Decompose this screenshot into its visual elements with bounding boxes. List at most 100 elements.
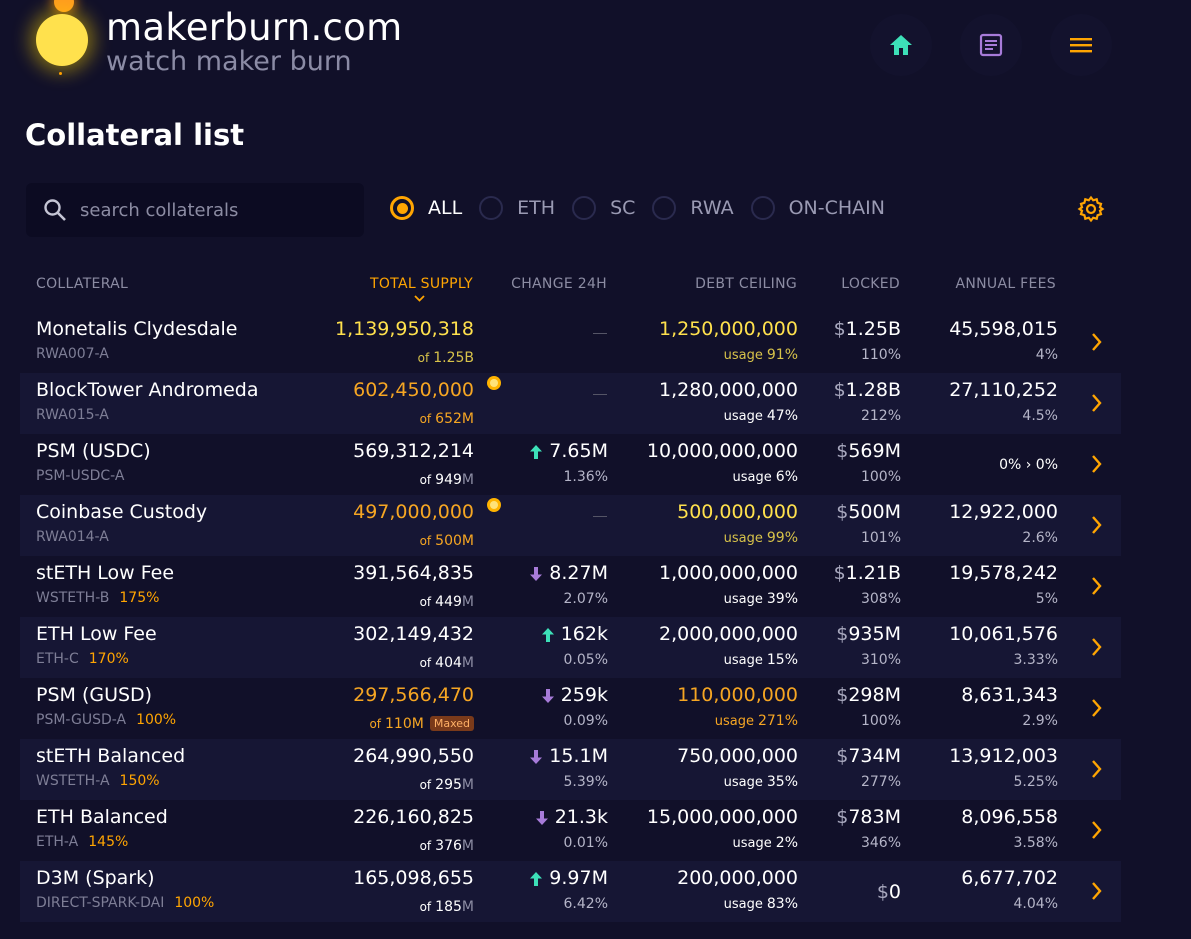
chevron-right-icon[interactable] <box>1091 576 1103 596</box>
change-24h: 15.1M <box>529 745 608 767</box>
supply-of: of 185M <box>420 896 474 915</box>
filter-label: RWA <box>690 197 734 219</box>
table-row[interactable]: PSM (GUSD) PSM-GUSD-A 100% 297,566,470 of 110… <box>20 678 1121 739</box>
table-row[interactable]: stETH Balanced WSTETH-A 150% 264,990,550 of 2… <box>20 739 1121 800</box>
collateral-name: ETH Balanced <box>36 806 168 828</box>
change-value: 21.3k <box>554 806 608 828</box>
locked-percent: 346% <box>860 835 901 851</box>
table-row[interactable]: BlockTower Andromeda RWA015-A 602,450,000 o… <box>20 373 1121 434</box>
usage: usage 83% <box>724 896 798 912</box>
collateral-ratio: 145% <box>88 834 129 850</box>
filter-on-chain[interactable]: ON-CHAIN <box>750 196 885 220</box>
chevron-right-icon[interactable] <box>1091 637 1103 657</box>
menu-button[interactable] <box>1050 14 1112 76</box>
annual-fees: 0% › 0% <box>999 457 1058 473</box>
table-row[interactable]: ETH Balanced ETH-A 145% 226,160,825 of 376M 21… <box>20 800 1121 861</box>
supply-of: of 500M <box>420 530 474 549</box>
col-total-supply[interactable]: TOTAL SUPPLY <box>370 276 473 292</box>
locked-amount: 500M <box>848 501 901 523</box>
settings-button[interactable] <box>1077 195 1105 227</box>
col-locked[interactable]: LOCKED <box>841 276 900 292</box>
locked-value: $935M <box>836 623 901 645</box>
of-label: of <box>417 351 430 365</box>
arrow-up-icon <box>530 871 543 886</box>
total-supply: 497,000,000 <box>353 501 474 523</box>
table-row[interactable]: D3M (Spark) DIRECT-SPARK-DAI 100% 165,098,6… <box>20 861 1121 922</box>
radio-on-chain[interactable] <box>750 196 775 220</box>
filter-sc[interactable]: SC <box>572 196 635 220</box>
dollar-sign: $ <box>833 318 846 340</box>
usage: usage 2% <box>733 835 798 851</box>
table-row-partial[interactable] <box>20 925 1121 939</box>
search-box[interactable] <box>26 183 364 237</box>
chevron-right-icon[interactable] <box>1091 698 1103 718</box>
docs-button[interactable] <box>960 14 1022 76</box>
of-unit: M <box>461 533 474 549</box>
filter-eth[interactable]: ETH <box>479 196 555 220</box>
col-collateral[interactable]: COLLATERAL <box>36 276 128 292</box>
chevron-right-icon[interactable] <box>1091 454 1103 474</box>
filter-all[interactable]: ALL <box>390 196 462 220</box>
home-button[interactable] <box>870 14 932 76</box>
table-row[interactable]: PSM (USDC) PSM-USDC-A 569,312,214 of 949M 7.6… <box>20 434 1121 495</box>
ilk-code: ETH-C <box>36 651 79 667</box>
change-percent: 1.36% <box>563 469 608 485</box>
locked-amount: 734M <box>848 745 901 767</box>
collateral-ilk: RWA014-A <box>36 529 109 545</box>
table-row[interactable]: Monetalis Clydesdale RWA007-A 1,139,950,31… <box>20 312 1121 373</box>
collateral-name: D3M (Spark) <box>36 867 155 889</box>
dollar-sign: $ <box>836 745 849 767</box>
usage-label: usage <box>723 348 763 363</box>
fees-percent: 4% <box>1035 347 1058 363</box>
chevron-right-icon[interactable] <box>1091 881 1103 901</box>
of-label: of <box>419 595 432 609</box>
chevron-right-icon[interactable] <box>1091 393 1103 413</box>
filter-label: SC <box>610 197 636 219</box>
total-supply: 226,160,825 <box>353 806 474 828</box>
locked-value: $0 <box>877 881 901 903</box>
usage-value: 15% <box>766 652 798 668</box>
logo-flame-icon <box>54 0 74 12</box>
chevron-right-icon[interactable] <box>1091 515 1103 535</box>
collateral-ilk: RWA015-A <box>36 407 109 423</box>
col-change-24h[interactable]: CHANGE 24H <box>511 276 607 292</box>
search-input[interactable] <box>80 199 340 221</box>
brand-subtitle: watch maker burn <box>106 46 352 77</box>
total-supply: 569,312,214 <box>353 440 474 462</box>
locked-amount: 1.28B <box>845 379 901 401</box>
total-supply: 302,149,432 <box>353 623 474 645</box>
filter-rwa[interactable]: RWA <box>652 196 734 220</box>
fees-percent: 5.25% <box>1013 774 1058 790</box>
radio-eth[interactable] <box>479 196 504 220</box>
col-debt-ceiling[interactable]: DEBT CEILING <box>695 276 797 292</box>
table-row[interactable]: stETH Low Fee WSTETH-B 175% 391,564,835 of 44… <box>20 556 1121 617</box>
chevron-right-icon[interactable] <box>1091 332 1103 352</box>
ilk-code: PSM-GUSD-A <box>36 712 127 728</box>
of-unit: M <box>461 594 474 610</box>
arrow-up-icon <box>541 627 554 642</box>
locked-value: $569M <box>836 440 901 462</box>
annual-fees: 13,912,003 <box>949 745 1058 767</box>
supply-of: of 449M <box>420 591 474 610</box>
of-label: of <box>419 534 432 548</box>
collateral-name: Monetalis Clydesdale <box>36 318 238 340</box>
fees-percent: 2.9% <box>1022 713 1058 729</box>
chevron-right-icon[interactable] <box>1091 759 1103 779</box>
of-value: 500 <box>435 533 462 549</box>
annual-fees: 10,061,576 <box>949 623 1058 645</box>
chevron-right-icon[interactable] <box>1091 820 1103 840</box>
collateral-ilk: ETH-C 170% <box>36 651 129 667</box>
table-row[interactable]: Coinbase Custody RWA014-A 497,000,000 of 500… <box>20 495 1121 556</box>
radio-all[interactable] <box>390 196 414 220</box>
total-supply: 297,566,470 <box>353 684 474 706</box>
radio-rwa[interactable] <box>652 196 677 220</box>
col-annual-fees[interactable]: ANNUAL FEES <box>955 276 1056 292</box>
locked-percent: 110% <box>860 347 901 363</box>
usage-value: 2% <box>775 835 798 851</box>
annual-fees: 27,110,252 <box>949 379 1058 401</box>
table-row[interactable]: ETH Low Fee ETH-C 170% 302,149,432 of 404M 162… <box>20 617 1121 678</box>
radio-sc[interactable] <box>572 196 597 220</box>
usage: usage 99% <box>724 530 798 546</box>
filter-label: ON-CHAIN <box>788 197 885 219</box>
usage-value: 99% <box>766 530 798 546</box>
